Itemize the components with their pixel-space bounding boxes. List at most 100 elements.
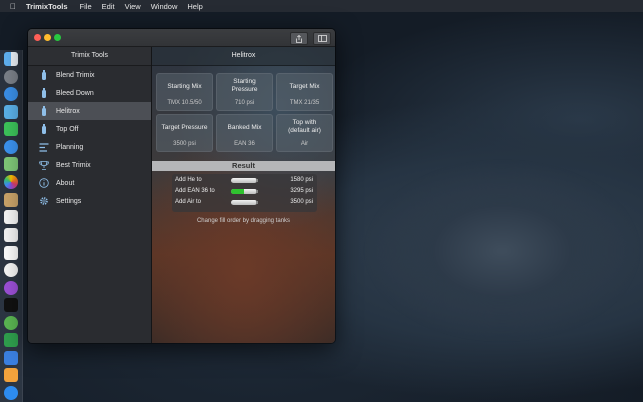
card-value: TMX 10.5/50 (167, 100, 202, 106)
photos-icon[interactable] (4, 175, 18, 189)
sidebar-item-blend-trimix[interactable]: Blend Trimix (28, 66, 151, 84)
safari-icon[interactable] (4, 87, 18, 101)
banked-mix-card[interactable]: Banked Mix EAN 36 (216, 114, 273, 152)
sidebar-item-label: Top Off (56, 125, 79, 133)
toggle-sidebar-button[interactable] (313, 32, 331, 45)
dock (0, 50, 23, 402)
notes-icon[interactable] (4, 193, 18, 207)
tank-gauge[interactable] (231, 200, 258, 205)
result-row-ean: Add EAN 36 to 3295 psi (172, 186, 317, 197)
menu-help[interactable]: Help (187, 2, 202, 11)
result-panel: Add He to 1580 psi Add EAN 36 to 3295 ps… (172, 174, 317, 212)
page-title: Helitrox (152, 47, 335, 66)
wallpaper-island (330, 150, 643, 402)
finder-icon[interactable] (4, 52, 18, 66)
card-title: Starting Pressure (231, 78, 258, 93)
card-title: Starting Mix (167, 83, 202, 90)
sidebar-item-label: About (56, 179, 75, 187)
result-row-air: Add Air to 3500 psi (172, 197, 317, 208)
tank-icon (34, 106, 54, 116)
facetime-icon[interactable] (4, 122, 18, 136)
podcasts-icon[interactable] (4, 281, 18, 295)
menu-bar:  TrimixTools File Edit View Window Help (0, 0, 643, 12)
card-value: Air (300, 141, 309, 147)
result-row-he: Add He to 1580 psi (172, 175, 317, 186)
sidebar-item-bleed-down[interactable]: Bleed Down (28, 84, 151, 102)
card-title: Banked Mix (227, 124, 262, 131)
result-label: Add He to (175, 177, 202, 183)
sidebar-item-planning[interactable]: Planning (28, 138, 151, 156)
reminders-icon[interactable] (4, 228, 18, 242)
share-button[interactable] (290, 32, 308, 45)
zoom-button[interactable] (54, 34, 61, 41)
sidebar-item-label: Best Trimix (56, 161, 91, 169)
menu-app-name[interactable]: TrimixTools (26, 2, 68, 11)
close-button[interactable] (34, 34, 41, 41)
music-icon[interactable] (4, 263, 18, 277)
sidebar-item-top-off[interactable]: Top Off (28, 120, 151, 138)
card-title: Top with (default air) (288, 119, 321, 134)
target-mix-card[interactable]: Target Mix TMX 21/35 (276, 73, 333, 111)
calendar-icon[interactable] (4, 210, 18, 224)
sidebar-item-label: Settings (56, 197, 82, 205)
maps-icon[interactable] (4, 157, 18, 171)
sidebar-item-label: Blend Trimix (56, 71, 95, 79)
trophy-icon (34, 160, 54, 170)
menu-view[interactable]: View (125, 2, 141, 11)
planning-icon (34, 142, 54, 152)
maps-globe-icon[interactable] (4, 316, 18, 330)
target-pressure-card[interactable]: Target Pressure 3500 psi (156, 114, 213, 152)
card-value: TMX 21/35 (289, 100, 320, 106)
menu-window[interactable]: Window (151, 2, 178, 11)
tv-icon[interactable] (4, 298, 18, 312)
pages-icon[interactable] (4, 368, 18, 382)
card-title: Target Mix (289, 83, 320, 90)
sidebar-item-best-trimix[interactable]: Best Trimix (28, 156, 151, 174)
tank-valve-icon (256, 179, 258, 182)
menu-edit[interactable]: Edit (102, 2, 115, 11)
sidebar: Trimix Tools Blend Trimix Bleed Down Hel… (28, 47, 152, 343)
title-bar[interactable] (28, 29, 335, 47)
keynote-icon[interactable] (4, 351, 18, 365)
result-value: 3295 psi (290, 188, 313, 194)
top-with-card[interactable]: Top with (default air) Air (276, 114, 333, 152)
sidebar-item-about[interactable]: About (28, 174, 151, 192)
info-icon (34, 178, 54, 188)
sidebar-title: Trimix Tools (28, 47, 151, 66)
tank-valve-icon (256, 190, 258, 193)
card-value: 3500 psi (173, 141, 196, 147)
result-label: Add Air to (175, 199, 202, 205)
fill-order-hint: Change fill order by dragging tanks (196, 218, 291, 224)
textedit-icon[interactable] (4, 246, 18, 260)
sidebar-item-label: Bleed Down (56, 89, 94, 97)
tank-icon (34, 124, 54, 134)
sidebar-item-settings[interactable]: Settings (28, 192, 151, 210)
result-value: 1580 psi (290, 177, 313, 183)
tank-fill (231, 189, 244, 194)
starting-pressure-card[interactable]: Starting Pressure 710 psi (216, 73, 273, 111)
messages-icon[interactable] (4, 140, 18, 154)
apple-icon[interactable]:  (0, 2, 26, 11)
launchpad-icon[interactable] (4, 70, 18, 84)
mail-icon[interactable] (4, 105, 18, 119)
card-title: Target Pressure (161, 124, 208, 131)
sidebar-item-label: Planning (56, 143, 84, 151)
tank-valve-icon (256, 201, 258, 204)
starting-mix-card[interactable]: Starting Mix TMX 10.5/50 (156, 73, 213, 111)
numbers-icon[interactable] (4, 333, 18, 347)
tank-gauge[interactable] (231, 189, 258, 194)
main-panel: Helitrox Starting Mix TMX 10.5/50 Starti… (152, 47, 335, 343)
result-label: Add EAN 36 to (175, 188, 215, 194)
sidebar-icon (317, 35, 327, 42)
tank-icon (34, 88, 54, 98)
card-value: 710 psi (234, 100, 255, 106)
menu-file[interactable]: File (80, 2, 92, 11)
minimize-button[interactable] (44, 34, 51, 41)
app-store-icon[interactable] (4, 386, 18, 400)
sidebar-item-helitrox[interactable]: Helitrox (28, 102, 151, 120)
card-value: EAN 36 (234, 141, 255, 147)
tank-icon (34, 70, 54, 80)
sidebar-item-label: Helitrox (56, 107, 80, 115)
tank-gauge[interactable] (231, 178, 258, 183)
gear-icon (34, 196, 54, 206)
